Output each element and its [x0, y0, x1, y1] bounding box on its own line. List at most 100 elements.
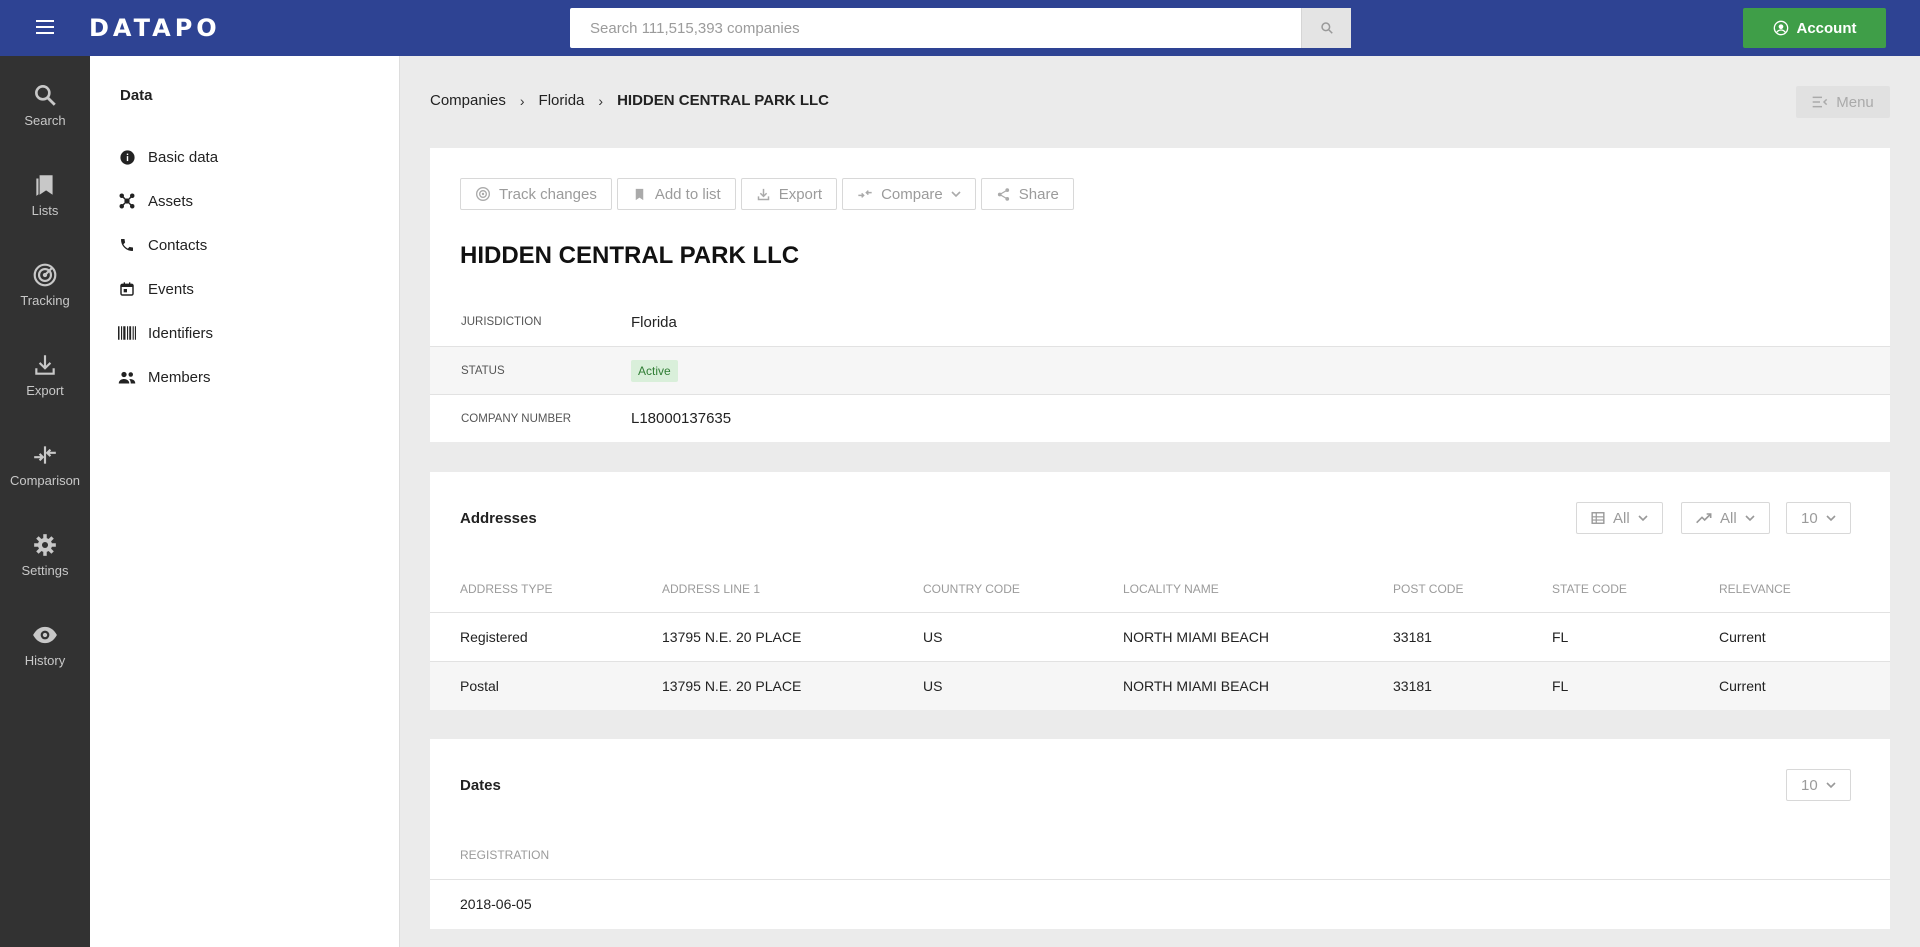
rail-label: Export [26, 383, 64, 398]
sidebar-item-assets[interactable]: Assets [118, 189, 193, 213]
bookmark-add-icon [635, 188, 644, 200]
sidebar-item-label: Events [148, 280, 194, 298]
column-header[interactable]: STATE CODE [1552, 582, 1627, 596]
table-view-filter[interactable]: All [1576, 502, 1663, 534]
menu-open-icon [1812, 96, 1828, 108]
column-header[interactable]: ADDRESS TYPE [460, 582, 552, 596]
sidebar-item-label: Basic data [148, 148, 219, 166]
compare-icon [858, 190, 872, 198]
account-label: Account [1796, 19, 1857, 37]
track-changes-label: Track changes [499, 185, 597, 203]
track-changes-button[interactable]: Track changes [460, 178, 612, 210]
rail-item-export[interactable]: Export [0, 346, 90, 416]
sidebar-item-label: Assets [148, 192, 194, 210]
column-header[interactable]: ADDRESS LINE 1 [662, 582, 760, 596]
field-label: COMPANY NUMBER [461, 412, 572, 425]
rail-label: History [24, 653, 66, 668]
rail-label: Tracking [20, 293, 70, 308]
page-size-value: 10 [1801, 509, 1818, 527]
breadcrumb-current: HIDDEN CENTRAL PARK LLC [617, 92, 830, 109]
sidebar-item-label: Contacts [148, 236, 208, 254]
filter-label: All [1613, 509, 1630, 527]
radar-icon [33, 263, 57, 287]
export-button[interactable]: Export [740, 178, 838, 210]
radar-icon [476, 187, 490, 201]
account-button[interactable]: Account [1743, 8, 1886, 48]
chevron-right-icon: › [519, 92, 525, 109]
field-value: L18000137635 [631, 410, 732, 427]
field-value: Florida [631, 313, 677, 331]
section-title: Dates [460, 777, 501, 794]
rail-label: Search [24, 113, 66, 128]
breadcrumb-jurisdiction[interactable]: Florida [539, 92, 585, 109]
menu-label: Menu [1836, 93, 1874, 111]
table-cell: 13795 N.E. 20 PLACE [662, 629, 802, 645]
rail-item-comparison[interactable]: Comparison [0, 436, 90, 506]
eye-icon [33, 626, 57, 644]
table-cell: Postal [460, 678, 499, 694]
sidebar-item-basic-data[interactable]: Basic data [118, 145, 218, 169]
hub-icon [118, 192, 136, 210]
column-header[interactable]: REGISTRATION [460, 848, 549, 862]
action-toolbar: Track changes Add to list Export Compare… [460, 178, 1074, 210]
breadcrumb-companies[interactable]: Companies [430, 92, 506, 109]
hamburger-menu-icon[interactable] [36, 20, 54, 34]
logo[interactable]: DATAPO [89, 14, 221, 42]
bookmark-icon [36, 175, 53, 196]
company-card: Track changes Add to list Export Compare… [430, 148, 1890, 442]
rail-item-settings[interactable]: Settings [0, 526, 90, 596]
table-cell: FL [1552, 629, 1569, 645]
phone-icon [118, 236, 136, 254]
chevron-down-icon [1826, 782, 1836, 789]
table-row: Registered 13795 N.E. 20 PLACE US NORTH … [430, 612, 1890, 661]
section-title: Addresses [460, 510, 537, 527]
table-cell: 33181 [1393, 678, 1432, 694]
people-icon [118, 368, 136, 386]
download-icon [35, 355, 55, 375]
add-to-list-button[interactable]: Add to list [616, 178, 736, 210]
table-cell: Registered [460, 629, 528, 645]
field-label: JURISDICTION [461, 316, 542, 328]
chevron-down-icon [951, 191, 961, 198]
page-size-select[interactable]: 10 [1786, 769, 1851, 801]
table-cell: NORTH MIAMI BEACH [1123, 678, 1269, 694]
sidebar-item-members[interactable]: Members [118, 365, 211, 389]
top-bar: DATAPO Account [0, 0, 1920, 56]
table-icon [1591, 512, 1605, 524]
info-icon [118, 148, 136, 166]
field-row-status: STATUS Active [430, 346, 1890, 394]
sidebar-title: Data [120, 87, 153, 104]
rail-item-search[interactable]: Search [0, 76, 90, 146]
trend-filter[interactable]: All [1681, 502, 1770, 534]
download-icon [757, 188, 769, 200]
field-row-jurisdiction: JURISDICTION Florida [430, 298, 1890, 346]
compare-button[interactable]: Compare [842, 178, 976, 210]
rail-item-history[interactable]: History [0, 616, 90, 686]
share-button[interactable]: Share [980, 178, 1074, 210]
menu-button[interactable]: Menu [1796, 86, 1890, 118]
export-label: Export [778, 185, 823, 203]
rail-item-tracking[interactable]: Tracking [0, 256, 90, 326]
sidebar-item-contacts[interactable]: Contacts [118, 233, 207, 257]
sidebar-item-label: Identifiers [148, 324, 214, 342]
sidebar-item-events[interactable]: Events [118, 277, 194, 301]
compare-label: Compare [881, 185, 943, 203]
share-icon [997, 187, 1009, 201]
table-cell: Current [1719, 629, 1766, 645]
column-header[interactable]: RELEVANCE [1719, 582, 1791, 596]
search-input[interactable] [570, 8, 1301, 48]
sidebar-item-identifiers[interactable]: Identifiers [118, 321, 213, 345]
add-to-list-label: Add to list [654, 185, 721, 203]
rail-label: Lists [31, 203, 59, 218]
rail-item-lists[interactable]: Lists [0, 166, 90, 236]
column-header[interactable]: LOCALITY NAME [1123, 582, 1219, 596]
column-header[interactable]: POST CODE [1393, 582, 1463, 596]
filter-label: All [1720, 509, 1737, 527]
page-size-select[interactable]: 10 [1786, 502, 1851, 534]
search-button[interactable] [1301, 8, 1351, 48]
compare-icon [34, 446, 56, 464]
column-header[interactable]: COUNTRY CODE [923, 582, 1020, 596]
barcode-icon [118, 324, 136, 342]
breadcrumb: Companies › Florida › HIDDEN CENTRAL PAR… [430, 92, 829, 109]
rail-label: Comparison [9, 473, 81, 488]
